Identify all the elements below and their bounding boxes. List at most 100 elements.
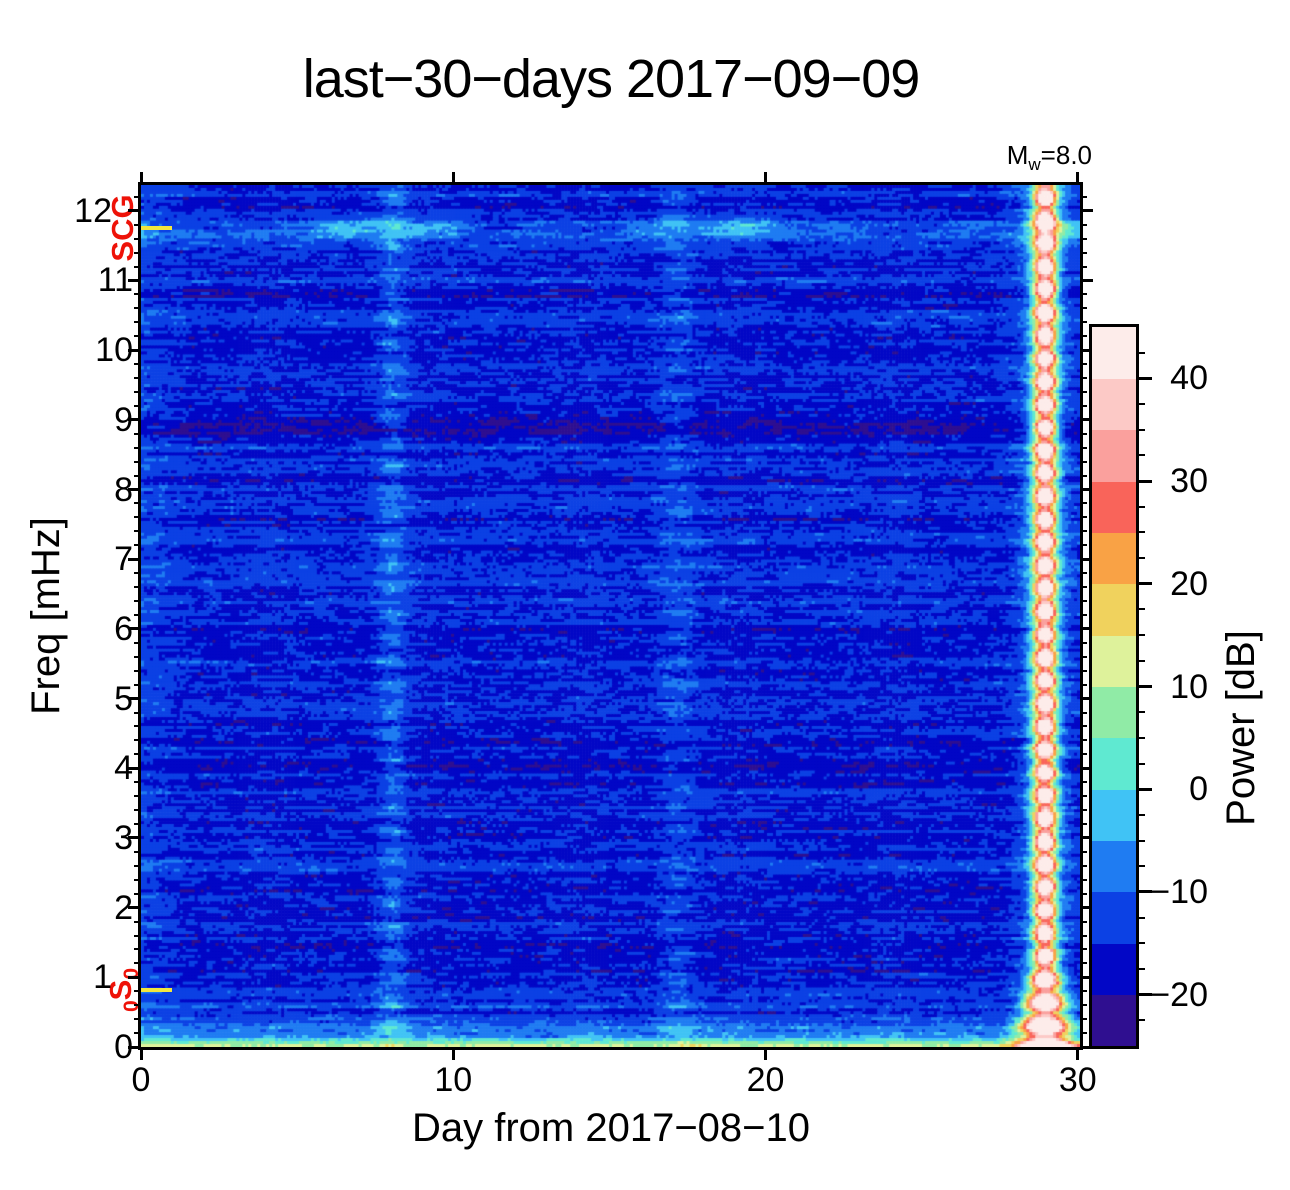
y-minor-tick-left — [134, 753, 141, 756]
y-minor-tick-left — [134, 683, 141, 686]
x-major-tick-bottom — [139, 1047, 143, 1060]
y-minor-tick-right — [1080, 655, 1087, 658]
y-minor-tick-right — [1080, 251, 1087, 254]
y-minor-tick-right — [1080, 823, 1087, 825]
colorbar-title: Power [dB] — [1219, 630, 1263, 826]
y-minor-tick-left — [134, 265, 141, 268]
colorbar-minor-tick — [1136, 813, 1145, 816]
colorbar-minor-tick — [1136, 942, 1145, 945]
y-minor-tick-left — [134, 460, 141, 463]
y-minor-tick-left — [134, 321, 141, 324]
y-tick-label: 11 — [97, 261, 133, 300]
y-major-tick-right — [1080, 278, 1093, 282]
plot-title: last−30−days 2017−09−09 — [302, 49, 921, 109]
magnitude-subscript: w — [1028, 155, 1041, 175]
colorbar-minor-tick — [1136, 351, 1145, 354]
y-major-tick-left — [128, 209, 141, 213]
y-minor-tick-right — [1080, 544, 1087, 547]
colorbar-tick-label: 0 — [1189, 770, 1208, 809]
colorbar-minor-tick — [1136, 634, 1145, 637]
y-minor-tick-left — [134, 404, 141, 407]
y-tick-label: 2 — [114, 888, 133, 927]
y-minor-tick-right — [1080, 265, 1087, 268]
y-minor-tick-left — [134, 474, 141, 477]
x-tick-label: 10 — [434, 1061, 473, 1099]
y-minor-tick-right — [1080, 962, 1087, 965]
y-minor-tick-left — [134, 335, 141, 338]
x-major-tick-top — [764, 172, 768, 185]
y-minor-tick-left — [134, 920, 141, 923]
y-minor-tick-left — [134, 850, 141, 853]
magnitude-symbol: M — [1006, 140, 1029, 170]
y-minor-tick-right — [1080, 739, 1087, 742]
y-minor-tick-right — [1080, 864, 1087, 867]
y-minor-tick-left — [134, 390, 141, 393]
colorbar-minor-tick — [1136, 608, 1145, 611]
colorbar-minor-tick — [1136, 454, 1145, 457]
y-tick-label: 1 — [93, 958, 112, 997]
x-tick-label: 20 — [746, 1061, 785, 1099]
y-minor-tick-right — [1080, 613, 1087, 616]
y-minor-tick-left — [134, 432, 141, 435]
y-tick-label: 4 — [114, 749, 133, 788]
y-minor-tick-left — [134, 781, 141, 784]
y-minor-tick-right — [1080, 934, 1087, 937]
colorbar-minor-tick — [1136, 762, 1145, 765]
colorbar-tick-label: −20 — [1150, 975, 1208, 1014]
y-minor-tick-right — [1080, 223, 1087, 226]
y-minor-tick-left — [134, 195, 141, 198]
y-minor-tick-right — [1080, 711, 1087, 714]
y-minor-tick-left — [134, 530, 141, 533]
y-minor-tick-right — [1080, 530, 1087, 533]
y-minor-tick-right — [1080, 404, 1087, 407]
y-tick-label: 7 — [114, 540, 133, 579]
y-minor-tick-left — [134, 502, 141, 505]
y-minor-tick-right — [1080, 1032, 1087, 1035]
colorbar-minor-tick — [1136, 711, 1145, 714]
y-minor-tick-left — [134, 586, 141, 589]
y-minor-tick-left — [134, 293, 141, 296]
x-major-tick-bottom — [764, 1047, 768, 1060]
y-minor-tick-right — [1080, 948, 1087, 951]
y-minor-tick-right — [1080, 293, 1087, 296]
y-minor-tick-right — [1080, 432, 1087, 435]
y-minor-tick-left — [134, 655, 141, 658]
y-minor-tick-left — [134, 307, 141, 310]
colorbar-minor-tick — [1136, 967, 1145, 970]
colorbar-tick-label: 20 — [1170, 564, 1208, 603]
y-minor-tick-right — [1080, 446, 1087, 449]
y-major-tick-left — [128, 975, 141, 979]
y-tick-label: 8 — [114, 470, 133, 509]
y-minor-tick-right — [1080, 920, 1087, 923]
y-minor-tick-left — [134, 934, 141, 937]
y-minor-tick-left — [134, 823, 141, 825]
y-minor-tick-left — [134, 363, 141, 366]
y-minor-tick-left — [134, 711, 141, 714]
colorbar-tick-label: 30 — [1170, 462, 1208, 501]
y-minor-tick-right — [1080, 237, 1087, 240]
y-minor-tick-left — [134, 962, 141, 965]
y-tick-label: 12 — [74, 191, 112, 230]
magnitude-value: =8.0 — [1040, 140, 1092, 170]
y-tick-label: 3 — [114, 818, 133, 857]
figure: last−30−days 2017−09−09 SCG 0S0 Mw=8.0 D… — [0, 0, 1290, 1190]
y-minor-tick-left — [134, 572, 141, 575]
y-tick-label: 6 — [114, 609, 133, 648]
magnitude-label: Mw=8.0 — [952, 141, 1092, 179]
y-minor-tick-right — [1080, 809, 1087, 812]
x-major-tick-bottom — [1076, 1047, 1080, 1060]
radial-mode-marker-line — [141, 987, 172, 992]
x-major-tick-bottom — [451, 1047, 455, 1060]
colorbar-minor-tick — [1136, 865, 1145, 868]
y-minor-tick-right — [1080, 516, 1087, 519]
y-minor-tick-left — [134, 1032, 141, 1035]
y-minor-tick-right — [1080, 850, 1087, 853]
scg-frequency-marker-line — [141, 226, 172, 231]
y-minor-tick-left — [134, 809, 141, 812]
colorbar-minor-tick — [1136, 1019, 1145, 1022]
colorbar-tick-label: −10 — [1150, 872, 1208, 911]
colorbar-minor-tick — [1136, 403, 1145, 406]
y-minor-tick-right — [1080, 321, 1087, 324]
x-major-tick-top — [451, 172, 455, 185]
y-minor-tick-left — [134, 223, 141, 226]
